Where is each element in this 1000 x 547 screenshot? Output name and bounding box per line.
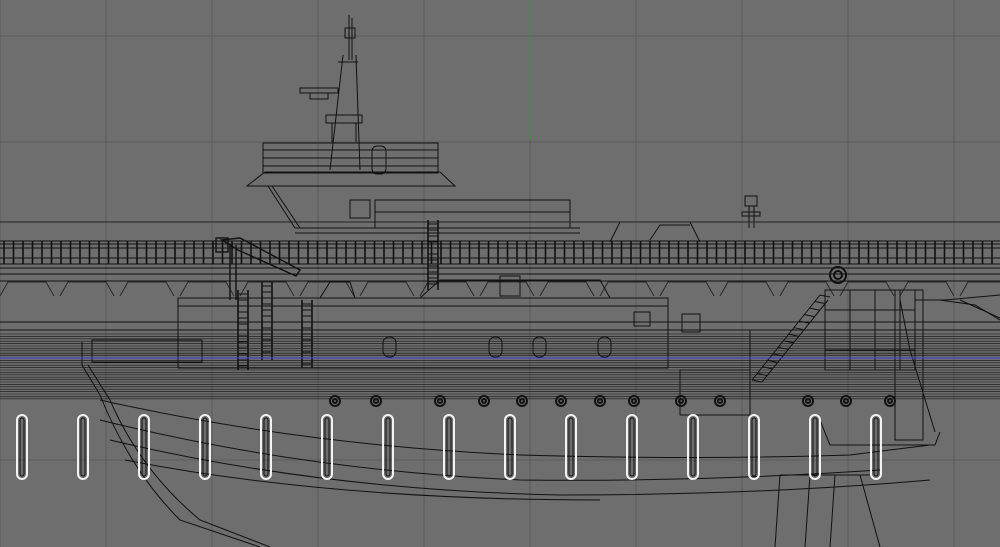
wireframe-canvas[interactable] bbox=[0, 0, 1000, 547]
3d-viewport[interactable] bbox=[0, 0, 1000, 547]
